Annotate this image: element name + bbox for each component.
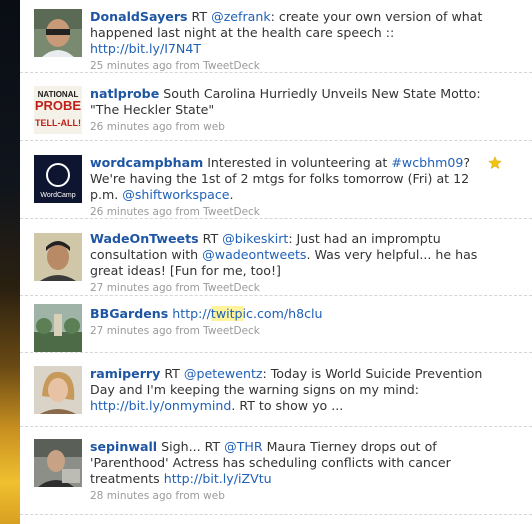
tweet-text: . [229,187,234,202]
avatar[interactable] [34,304,82,352]
tweet-author[interactable]: wordcampbham [90,155,203,170]
tweet-mention[interactable]: @wadeontweets [202,247,306,262]
background-wallpaper [0,0,20,524]
avatar[interactable] [34,366,82,414]
tweet-author[interactable]: BBGardens [90,306,168,321]
garden-avatar-icon [34,304,82,352]
tweet-timestamp[interactable]: 28 minutes ago [90,490,172,502]
tweet-text: RT [160,366,184,381]
tweet-author[interactable]: WadeOnTweets [90,231,199,246]
person-avatar-icon [34,233,82,281]
tweet-item: sepinwall Sigh... RT @THR Maura Tierney … [20,427,532,515]
tweet-link[interactable]: http://bit.ly/onmymind [90,398,231,413]
person-avatar-icon [34,439,82,487]
tweet-mention[interactable]: @zefrank [211,9,271,24]
link-part: http:// [172,306,211,321]
tweet-text: Interested in volunteering at [203,155,392,170]
tweet-link[interactable]: http://bit.ly/iZVtu [164,471,272,486]
logo-text-mid: PROBE [35,98,82,113]
favorite-star-icon[interactable] [488,156,502,170]
search-highlight: twitp [210,306,243,321]
tweet-timestamp[interactable]: 27 minutes ago [90,282,172,294]
avatar[interactable]: NATIONAL PROBE TELL-ALL! [34,86,82,134]
tweet-source[interactable]: from web [175,121,225,133]
tweet-source[interactable]: from TweetDeck [175,325,259,337]
wordcamp-logo-icon: WordCamp [34,155,82,203]
tweet-item: ramiperry RT @petewentz: Today is World … [20,353,532,427]
logo-text-bot: TELL-ALL! [35,118,81,128]
tweet-author[interactable]: sepinwall [90,439,157,454]
tweet-item: DonaldSayers RT @zefrank: create your ow… [20,0,532,73]
tweet-text: . RT to show yo ... [231,398,344,413]
tweet-source[interactable]: from web [175,490,225,502]
tweet-text: RT [198,231,223,246]
tweet-author[interactable]: ramiperry [90,366,160,381]
link-part: ic.com/h8clu [242,306,323,321]
tweet-timeline: DonaldSayers RT @zefrank: create your ow… [20,0,532,524]
tweet-link[interactable]: http://bit.ly/I7N4T [90,41,201,56]
logo-text: WordCamp [40,192,75,199]
tweet-text: Sigh... RT [157,439,225,454]
tweet-timestamp[interactable]: 26 minutes ago [90,121,172,133]
tweet-text: RT [187,9,212,24]
tweet-source[interactable]: from TweetDeck [175,206,259,218]
tweet-timestamp[interactable]: 26 minutes ago [90,206,172,218]
person-avatar-icon [34,366,82,414]
tweet-hashtag[interactable]: #wcbhm09 [391,155,463,170]
tweet-author[interactable]: natlprobe [90,86,159,101]
logo-avatar-icon: NATIONAL PROBE TELL-ALL! [34,86,82,134]
avatar[interactable]: WordCamp [34,155,82,203]
tweet-source[interactable]: from TweetDeck [175,60,259,72]
tweet-timestamp[interactable]: 27 minutes ago [90,325,172,337]
tweet-source[interactable]: from TweetDeck [175,282,259,294]
tweet-item: WadeOnTweets RT @bikeskirt: Just had an … [20,219,532,296]
tweet-timestamp[interactable]: 25 minutes ago [90,60,172,72]
tweet-item: WordCamp wordcampbham Interested in volu… [20,141,532,219]
tweet-mention[interactable]: @bikeskirt [222,231,288,246]
tweet-mention[interactable]: @petewentz [184,366,263,381]
tweet-mention[interactable]: @THR [224,439,263,454]
tweet-mention[interactable]: @shiftworkspace [122,187,229,202]
tweet-author[interactable]: DonaldSayers [90,9,188,24]
avatar[interactable] [34,439,82,487]
avatar[interactable] [34,233,82,281]
tweet-item: BBGardens http://twitpic.com/h8clu 27 mi… [20,296,532,353]
tweet-item: NATIONAL PROBE TELL-ALL! natlprobe South… [20,73,532,141]
avatar[interactable] [34,9,82,57]
person-avatar-icon [34,9,82,57]
tweet-link[interactable]: http://twitpic.com/h8clu [172,306,323,321]
